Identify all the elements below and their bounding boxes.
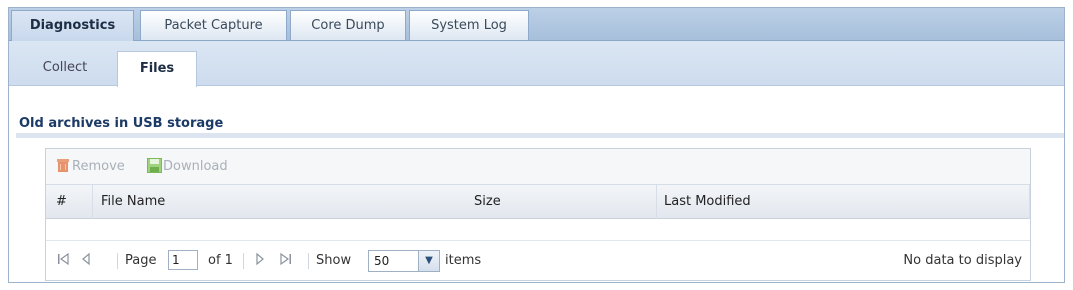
download-button[interactable]: Download: [147, 158, 228, 176]
pager-divider: [117, 253, 118, 269]
chevron-down-icon[interactable]: ▼: [418, 251, 439, 271]
previous-page-icon[interactable]: [80, 252, 92, 270]
pagination-bar: Page of 1 Show 50 ▼ items No data to dis…: [46, 241, 1030, 281]
tab-packet-capture[interactable]: Packet Capture: [140, 10, 287, 40]
items-label: items: [445, 253, 482, 268]
section-title: Old archives in USB storage: [19, 116, 224, 131]
column-header-file-name[interactable]: File Name: [101, 185, 165, 219]
column-divider: [656, 185, 657, 219]
remove-label: Remove: [72, 159, 125, 174]
column-header-size[interactable]: Size: [474, 185, 501, 219]
tab-core-dump[interactable]: Core Dump: [290, 10, 406, 40]
subtab-collect[interactable]: Collect: [29, 51, 101, 86]
last-page-icon[interactable]: [279, 252, 293, 270]
column-divider: [1029, 185, 1030, 219]
trash-icon: [56, 158, 70, 173]
files-table-panel: Remove Download # File Name Size Last Mo…: [45, 148, 1031, 281]
column-header-index[interactable]: #: [56, 185, 67, 219]
save-icon: [147, 158, 162, 173]
page-size-select[interactable]: 50 ▼: [368, 250, 440, 272]
next-page-icon[interactable]: [254, 252, 266, 270]
page-size-value: 50: [374, 254, 390, 268]
page-count-label: of 1: [208, 253, 233, 268]
pager-divider: [308, 253, 309, 269]
pager-status: No data to display: [903, 253, 1022, 268]
app-frame: Diagnostics Packet Capture Core Dump Sys…: [8, 7, 1065, 283]
show-label: Show: [316, 253, 352, 268]
page-label: Page: [125, 253, 157, 268]
table-header-row: # File Name Size Last Modified: [46, 185, 1030, 219]
remove-button[interactable]: Remove: [56, 158, 125, 176]
main-tab-bar: Diagnostics Packet Capture Core Dump Sys…: [9, 8, 1064, 41]
column-header-last-modified[interactable]: Last Modified: [664, 185, 751, 219]
download-label: Download: [163, 159, 228, 174]
tab-diagnostics[interactable]: Diagnostics: [11, 10, 134, 41]
table-toolbar: Remove Download: [46, 149, 1030, 185]
subtab-files[interactable]: Files: [117, 51, 197, 87]
tab-system-log[interactable]: System Log: [409, 10, 529, 40]
column-divider: [92, 185, 93, 219]
page-number-input[interactable]: [168, 250, 198, 270]
section-divider: [16, 133, 1064, 138]
first-page-icon[interactable]: [56, 252, 70, 270]
table-body-empty: [46, 219, 1030, 241]
sub-tab-bar: Collect Files: [9, 41, 1064, 87]
pager-divider: [243, 253, 244, 269]
